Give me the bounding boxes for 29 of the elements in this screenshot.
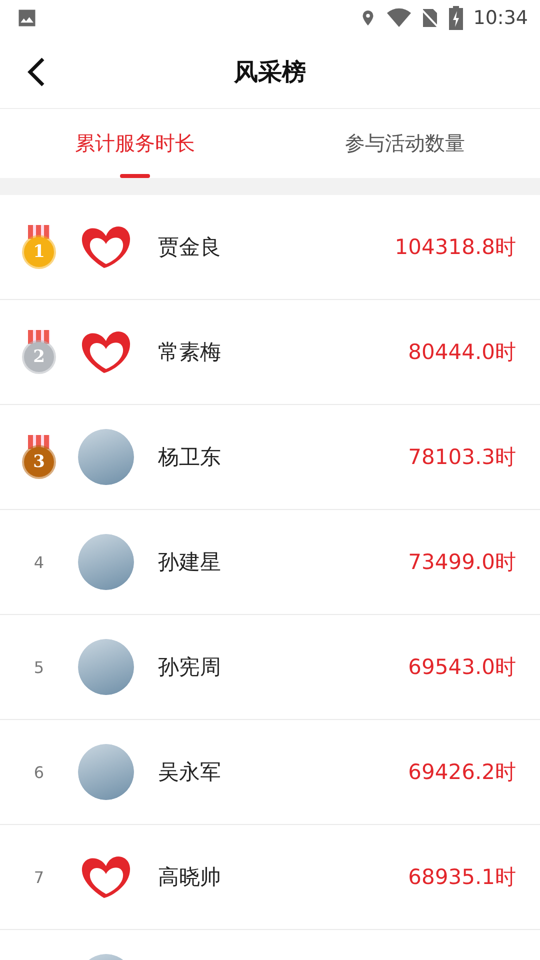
image-icon — [16, 7, 38, 29]
member-name: 吴永军 — [158, 759, 222, 786]
member-name: 杨卫东 — [158, 444, 222, 471]
tab[interactable]: 参与活动数量 — [270, 109, 540, 178]
battery-icon — [449, 6, 464, 30]
heart-logo-icon — [79, 224, 133, 270]
member-name: 常素梅 — [158, 339, 222, 366]
rank-number: 6 — [34, 762, 44, 782]
no-sim-icon — [421, 7, 440, 29]
wifi-icon — [387, 8, 412, 28]
service-hours: 68935.1时 — [408, 864, 516, 891]
heart-logo-icon — [79, 329, 133, 375]
member-name: 高晓帅 — [158, 864, 222, 891]
member-name: 孙建星 — [158, 549, 222, 576]
member-name: 贾金良 — [158, 234, 222, 261]
page-title: 风采榜 — [234, 57, 306, 88]
service-hours: 78103.3时 — [408, 444, 516, 471]
status-time: 10:34 — [473, 7, 528, 29]
service-hours: 69426.2时 — [408, 759, 516, 786]
rank-number: 5 — [34, 658, 44, 676]
rank-number: 7 — [34, 868, 44, 886]
tab[interactable]: 累计服务时长 — [0, 109, 270, 178]
service-hours: 104318.8时 — [394, 234, 516, 261]
member-name: 孙宪周 — [158, 654, 222, 681]
rank-number: 4 — [34, 552, 44, 572]
service-hours: 73499.0时 — [408, 549, 516, 576]
service-hours: 69543.0时 — [408, 654, 516, 681]
heart-logo-icon — [79, 854, 133, 900]
service-hours: 80444.0时 — [408, 339, 516, 366]
